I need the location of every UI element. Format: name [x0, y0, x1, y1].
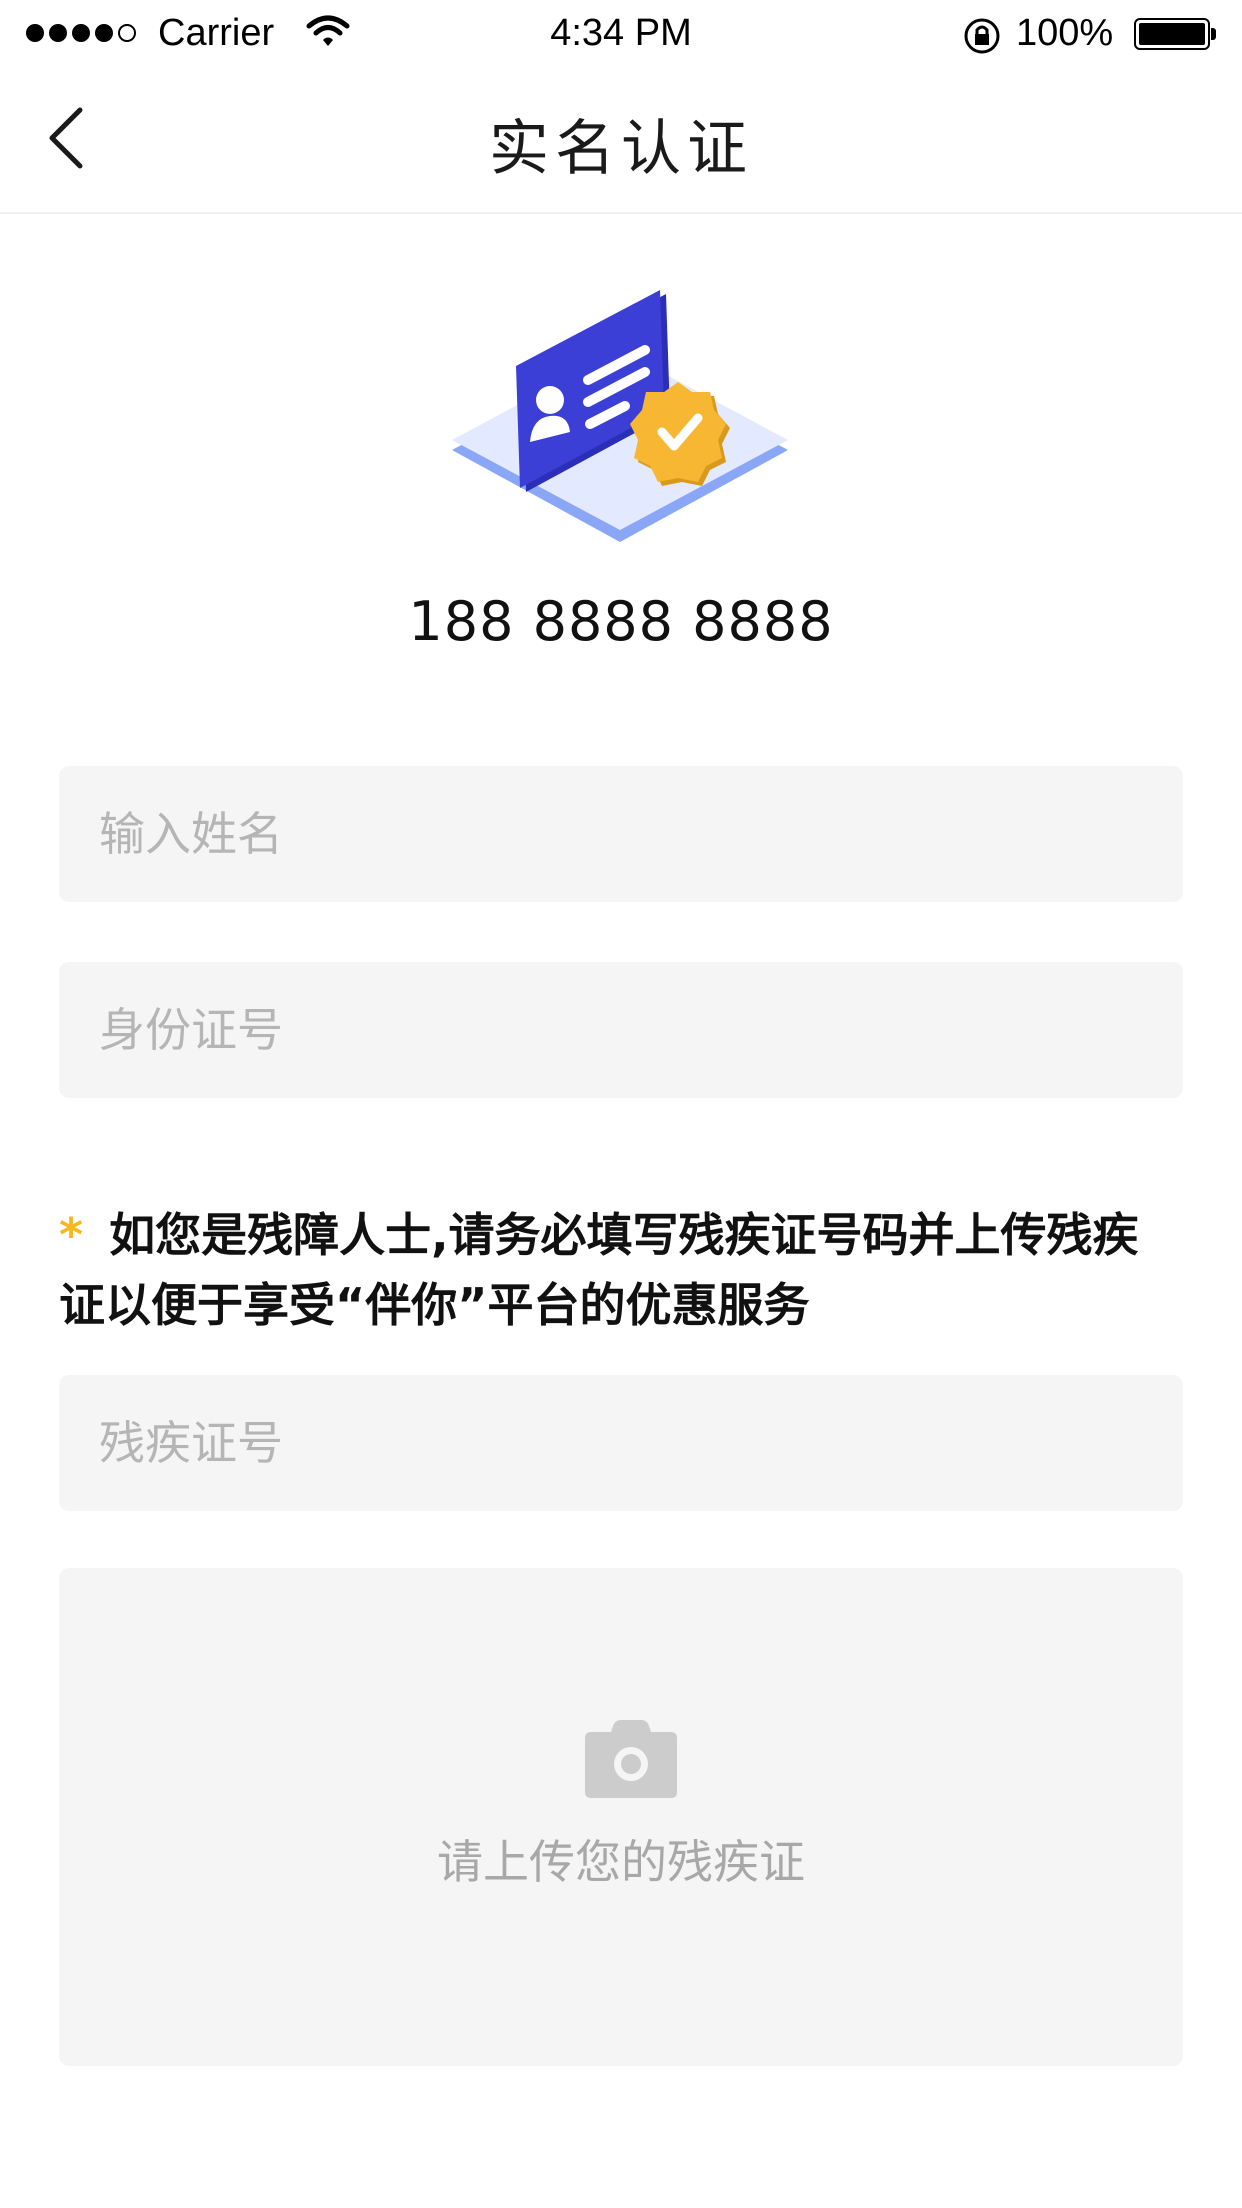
page-title: 实名认证	[489, 114, 753, 184]
name-field[interactable]	[59, 766, 1183, 902]
notice-text: 如您是残障人士,请务必填写残疾证号码并上传残疾 证以便于享受“伴你”平台的优惠服…	[59, 1208, 1139, 1332]
phone-number: 188 8888 8888	[408, 590, 834, 653]
disability-cert-input[interactable]	[97, 1415, 1145, 1471]
real-name-verification-screen: Carrier 4:34 PM 100% 实名认证 188 8888 8888 …	[0, 0, 1242, 2208]
name-input[interactable]	[97, 806, 1145, 862]
disability-cert-field[interactable]	[59, 1375, 1183, 1511]
disability-notice: * 如您是残障人士,请务必填写残疾证号码并上传残疾 证以便于享受“伴你”平台的优惠…	[59, 1200, 1189, 1340]
upload-label: 请上传您的残疾证	[437, 1835, 805, 1889]
battery-percentage: 100%	[1016, 12, 1114, 54]
battery-icon	[1134, 18, 1210, 50]
id-number-field[interactable]	[59, 962, 1183, 1098]
required-star: *	[59, 1208, 84, 1262]
rotation-lock-icon	[962, 16, 1002, 66]
camera-icon	[585, 1720, 677, 1798]
status-bar: Carrier 4:34 PM 100%	[0, 0, 1242, 66]
upload-disability-cert-button[interactable]: 请上传您的残疾证	[59, 1568, 1183, 2066]
id-card-verified-icon	[440, 280, 800, 570]
battery-tip	[1211, 28, 1216, 40]
navigation-bar: 实名认证	[0, 66, 1242, 214]
id-number-input[interactable]	[97, 1002, 1145, 1058]
